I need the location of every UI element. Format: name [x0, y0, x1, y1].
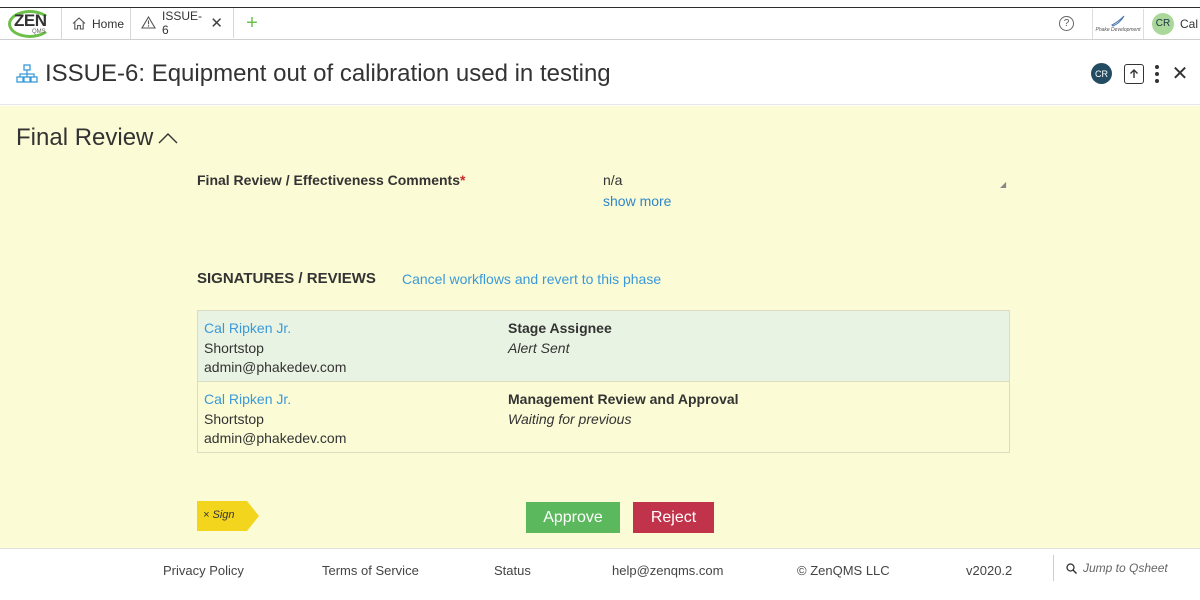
tab-issue-6[interactable]: ISSUE-6 ✕: [131, 8, 234, 39]
top-right-controls: ? Phake Development CR Cal Ripken Jr.: [1059, 8, 1200, 39]
signer-name-link[interactable]: Cal Ripken Jr.: [204, 391, 291, 407]
show-more-link[interactable]: show more: [603, 193, 671, 209]
upload-icon[interactable]: [1124, 63, 1144, 84]
sign-button[interactable]: × Sign: [197, 501, 259, 531]
status-link[interactable]: Status: [494, 563, 531, 578]
signer-email: admin@phakedev.com: [204, 359, 347, 375]
section-header-final-review[interactable]: Final Review: [16, 124, 179, 152]
signatures-table: Cal Ripken Jr. Shortstop admin@phakedev.…: [197, 310, 1010, 453]
signer-position: Shortstop: [204, 340, 264, 356]
tab-home[interactable]: Home: [62, 8, 131, 39]
record-header: ISSUE-6: Equipment out of calibration us…: [0, 41, 1200, 105]
section-title: Final Review: [16, 124, 154, 151]
bird-logo-icon: [1111, 15, 1125, 27]
tab-close-icon[interactable]: ✕: [210, 14, 223, 32]
comments-label-text: Final Review / Effectiveness Comments: [197, 172, 460, 188]
jump-to-qsheet-input[interactable]: [1083, 561, 1193, 575]
cancel-workflows-link[interactable]: Cancel workflows and revert to this phas…: [402, 271, 661, 287]
signature-status: Waiting for previous: [508, 411, 632, 427]
table-row: Cal Ripken Jr. Shortstop admin@phakedev.…: [198, 311, 1009, 382]
search-icon: [1066, 562, 1077, 574]
tab-issue-label: ISSUE-6: [162, 8, 203, 37]
privacy-policy-link[interactable]: Privacy Policy: [163, 563, 244, 578]
signer-email: admin@phakedev.com: [204, 430, 347, 446]
required-marker: *: [459, 172, 466, 188]
page-title: ISSUE-6: Equipment out of calibration us…: [45, 60, 611, 87]
zenqms-logo[interactable]: ZEN QMS: [0, 8, 62, 40]
copyright-text: © ZenQMS LLC: [797, 563, 890, 578]
signature-stage: Management Review and Approval: [508, 391, 739, 407]
home-icon: [72, 17, 86, 30]
user-name[interactable]: Cal Ripken Jr.: [1180, 17, 1200, 31]
table-row: Cal Ripken Jr. Shortstop admin@phakedev.…: [198, 382, 1009, 452]
comments-field-value[interactable]: n/a: [603, 172, 622, 188]
comments-field-label: Final Review / Effectiveness Comments*: [197, 172, 465, 188]
help-email-link[interactable]: help@zenqms.com: [612, 563, 723, 578]
approve-button[interactable]: Approve: [526, 502, 620, 533]
jump-to-qsheet: [1053, 555, 1200, 581]
plus-icon: +: [246, 12, 258, 34]
company-brand[interactable]: Phake Development: [1092, 8, 1144, 39]
tab-home-label: Home: [92, 16, 125, 31]
header-actions: CR ✕: [1091, 63, 1190, 85]
signer-name-link[interactable]: Cal Ripken Jr.: [204, 320, 291, 336]
warning-icon: [141, 16, 156, 29]
add-tab-button[interactable]: +: [234, 8, 270, 39]
sign-label: × Sign: [203, 509, 235, 521]
signature-stage: Stage Assignee: [508, 320, 612, 336]
chevron-up-icon[interactable]: [157, 131, 179, 145]
logo-text: ZEN: [14, 11, 47, 30]
assignee-avatar[interactable]: CR: [1091, 63, 1112, 84]
close-icon[interactable]: ✕: [1170, 63, 1190, 85]
footer: Privacy Policy Terms of Service Status h…: [0, 548, 1200, 586]
hierarchy-icon[interactable]: [16, 64, 38, 89]
signature-status: Alert Sent: [508, 340, 570, 356]
more-vertical-icon[interactable]: [1152, 64, 1162, 84]
terms-of-service-link[interactable]: Terms of Service: [322, 563, 419, 578]
signer-position: Shortstop: [204, 411, 264, 427]
logo-subtext: QMS: [32, 29, 46, 35]
tab-bar: ZEN QMS Home ISSUE-6 ✕ + ? Phake Develop…: [0, 7, 1200, 40]
version-text: v2020.2: [966, 563, 1013, 578]
help-icon[interactable]: ?: [1059, 16, 1074, 31]
reject-button[interactable]: Reject: [633, 502, 714, 533]
user-avatar[interactable]: CR: [1152, 12, 1174, 35]
final-review-panel: Final Review Final Review / Effectivenes…: [0, 106, 1200, 548]
resize-grip-icon[interactable]: ◢: [1000, 180, 1006, 189]
company-brand-text: Phake Development: [1095, 26, 1141, 33]
signatures-title: SIGNATURES / REVIEWS: [197, 270, 376, 287]
